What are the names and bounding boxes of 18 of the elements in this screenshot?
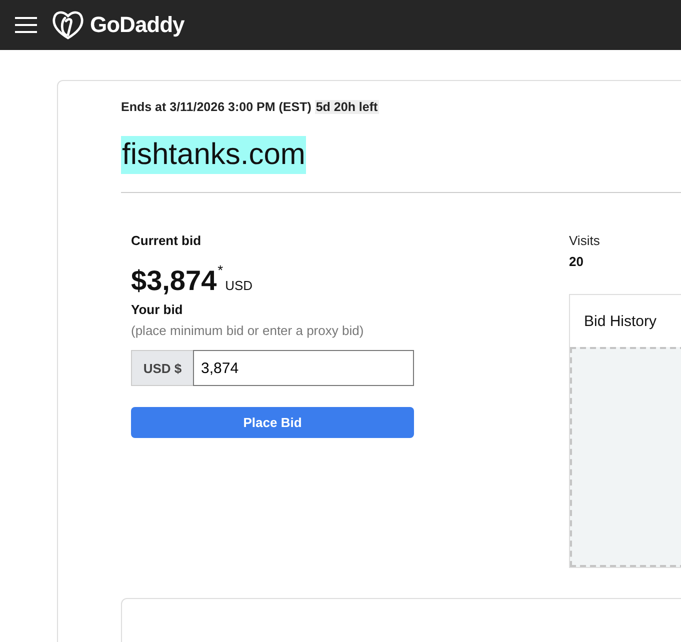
currency-prefix: USD $ — [131, 350, 193, 386]
time-left-badge: 5d 20h left — [314, 100, 379, 114]
current-bid-label: Current bid — [131, 233, 202, 248]
bid-hint: (place minimum bid or enter a proxy bid) — [131, 323, 365, 338]
currency-label: USD — [225, 278, 253, 293]
footnote-mark: * — [218, 262, 224, 278]
place-bid-button[interactable]: Place Bid — [131, 407, 414, 438]
brand-name[interactable]: GoDaddy — [90, 12, 184, 38]
bid-history-title: Bid History — [584, 312, 657, 330]
menu-icon[interactable] — [14, 16, 38, 34]
end-time: Ends at 3/11/2026 3:00 PM (EST) — [121, 100, 312, 114]
bid-input-field[interactable]: 3,874 — [193, 350, 414, 386]
your-bid-label: Your bid — [131, 302, 184, 317]
visits-count: 20 — [569, 254, 584, 269]
visits-label: Visits — [569, 233, 601, 248]
domain-name: fishtanks.com — [121, 136, 306, 174]
current-bid-price: $3,874 — [131, 266, 217, 296]
heart-logo-icon — [52, 10, 84, 40]
